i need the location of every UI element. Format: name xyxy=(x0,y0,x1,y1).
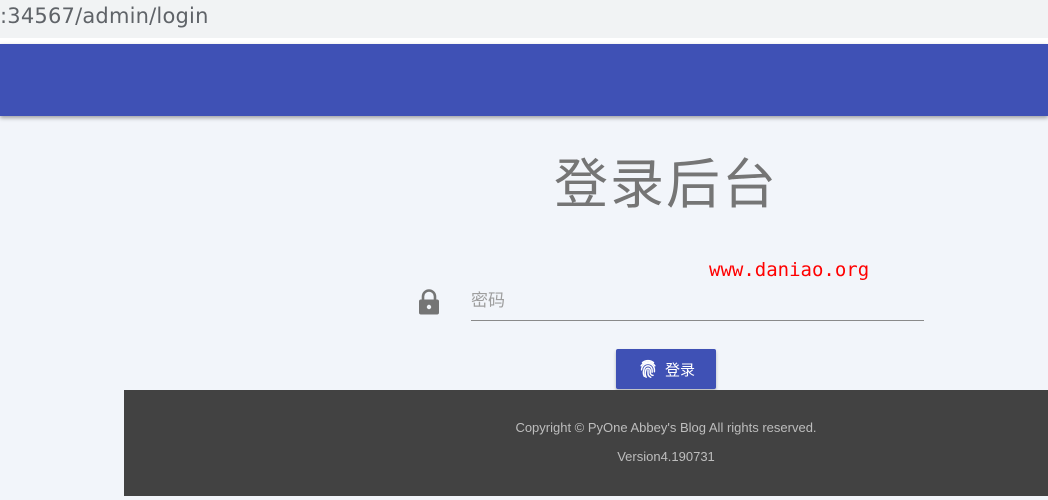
page-title: 登录后台 xyxy=(554,153,778,216)
lock-icon xyxy=(418,289,440,315)
app-bar xyxy=(0,44,1048,116)
login-button-label: 登录 xyxy=(664,360,695,379)
password-input[interactable] xyxy=(471,282,924,321)
footer-copyright: Copyright © PyOne Abbey's Blog All right… xyxy=(515,420,817,435)
footer: Copyright © PyOne Abbey's Blog All right… xyxy=(124,390,1048,496)
login-button[interactable]: 登录 xyxy=(616,349,716,389)
url-text[interactable]: :34567/admin/login xyxy=(0,4,209,28)
fingerprint-icon xyxy=(637,358,659,380)
address-bar[interactable]: :34567/admin/login xyxy=(0,0,1048,38)
footer-version: Version4.190731 xyxy=(617,449,715,464)
watermark-text: www.daniao.org xyxy=(709,259,870,281)
